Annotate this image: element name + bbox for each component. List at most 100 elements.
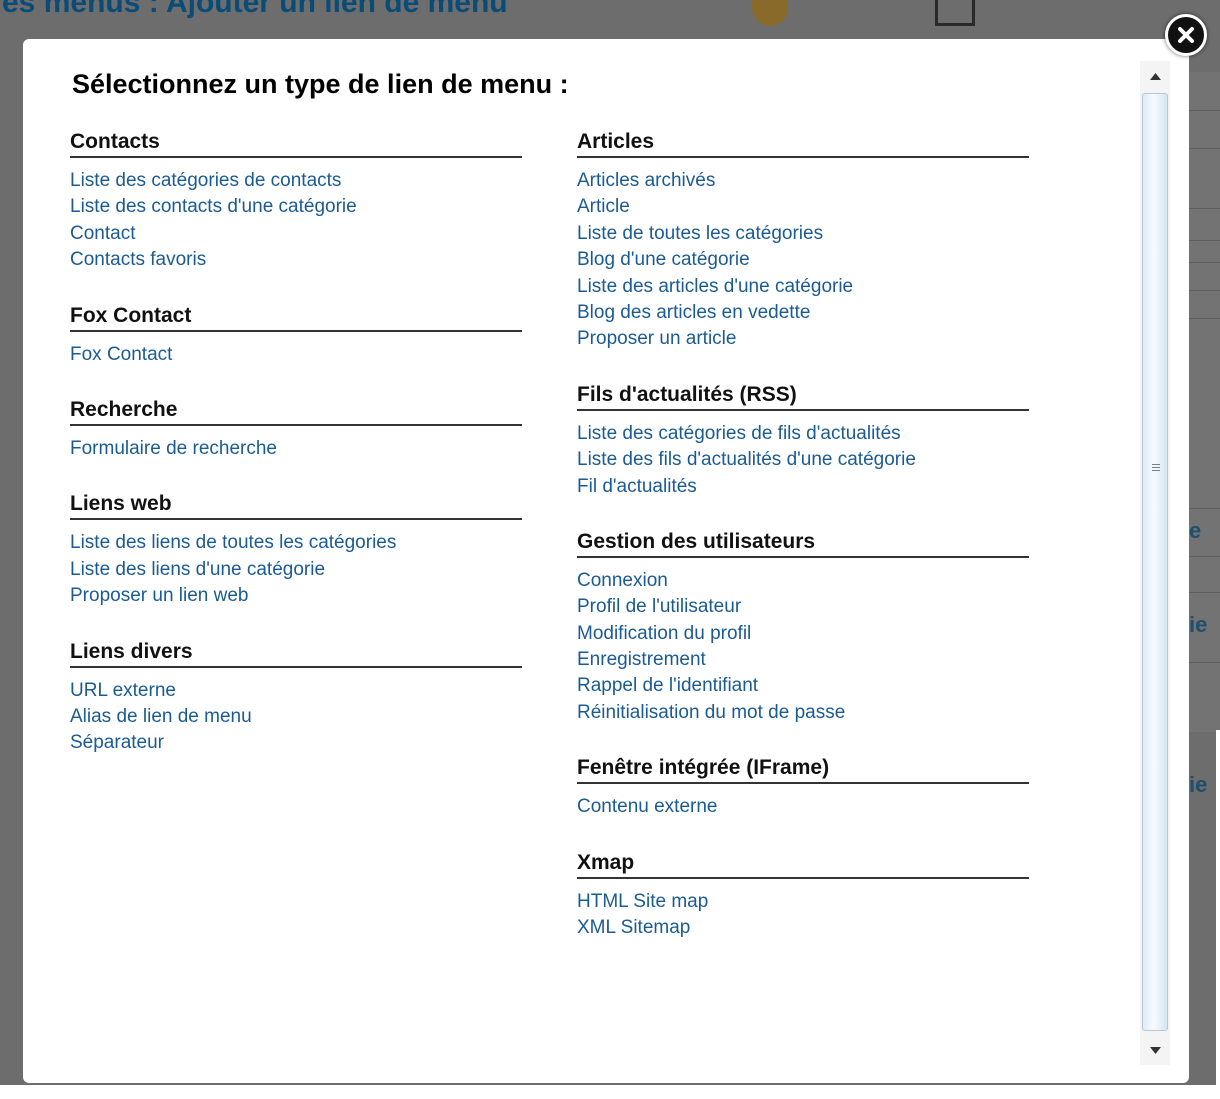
- arrow-down-icon: [1149, 1046, 1161, 1054]
- background-divider: [1188, 592, 1220, 593]
- menu-type-link[interactable]: Blog d'une catégorie: [577, 249, 750, 270]
- list-item: Enregistrement: [577, 647, 1029, 673]
- vertical-scrollbar[interactable]: [1140, 61, 1170, 1065]
- menu-type-link[interactable]: Blog des articles en vedette: [577, 302, 810, 323]
- grip-icon: [1152, 464, 1160, 465]
- background-divider: [1188, 262, 1220, 263]
- menu-type-link[interactable]: Liste des fils d'actualités d'une catégo…: [577, 449, 916, 470]
- list-item: URL externe: [70, 678, 522, 704]
- background-divider: [1188, 110, 1220, 111]
- menu-type-link[interactable]: Séparateur: [70, 732, 164, 753]
- menu-type-link[interactable]: Contact: [70, 223, 135, 244]
- list-item: Article: [577, 194, 1029, 220]
- list-item: Contacts favoris: [70, 247, 522, 273]
- menu-type-link[interactable]: Connexion: [577, 570, 668, 591]
- list-item: Formulaire de recherche: [70, 436, 522, 462]
- menu-type-link[interactable]: XML Sitemap: [577, 917, 690, 938]
- menu-type-link[interactable]: HTML Site map: [577, 891, 708, 912]
- list-item: XML Sitemap: [577, 915, 1029, 941]
- menu-type-link[interactable]: Fil d'actualités: [577, 476, 697, 497]
- link-list: Liste des liens de toutes les catégories…: [70, 530, 522, 609]
- section-heading: Recherche: [70, 398, 522, 426]
- menu-type-link[interactable]: Articles archivés: [577, 170, 715, 191]
- background-white-strip: [0, 1085, 1220, 1099]
- close-button[interactable]: [1165, 14, 1207, 56]
- list-item: Liste des catégories de contacts: [70, 168, 522, 194]
- list-item: Fox Contact: [70, 342, 522, 368]
- menu-type-link[interactable]: Liste des catégories de fils d'actualité…: [577, 423, 901, 444]
- menu-type-link[interactable]: Liste des liens d'une catégorie: [70, 559, 325, 580]
- link-list: Fox Contact: [70, 342, 522, 368]
- menu-type-link[interactable]: Rappel de l'identifiant: [577, 675, 758, 696]
- link-list: Connexion Profil de l'utilisateur Modifica…: [577, 568, 1029, 726]
- scroll-thumb[interactable]: [1142, 93, 1168, 1031]
- list-item: Liste de toutes les catégories: [577, 221, 1029, 247]
- modal-content: Sélectionnez un type de lien de menu : C…: [23, 39, 1139, 1083]
- menu-type-link[interactable]: Formulaire de recherche: [70, 438, 277, 459]
- list-item: Liste des catégories de fils d'actualité…: [577, 421, 1029, 447]
- menu-type-link[interactable]: Article: [577, 196, 630, 217]
- menu-type-link[interactable]: Alias de lien de menu: [70, 706, 252, 727]
- section-articles: Articles Articles archivés Article Liste de…: [577, 130, 1029, 353]
- background-toolbar-icon: [752, 0, 788, 26]
- left-column: Contacts Liste des catégories de contacts…: [70, 130, 522, 787]
- list-item: Profil de l'utilisateur: [577, 594, 1029, 620]
- section-xmap: Xmap HTML Site map XML Sitemap: [577, 851, 1029, 942]
- list-item: Fil d'actualités: [577, 474, 1029, 500]
- list-item: Liste des articles d'une catégorie: [577, 274, 1029, 300]
- link-list: Contenu externe: [577, 794, 1029, 820]
- scroll-down-button[interactable]: [1140, 1035, 1170, 1065]
- background-text-fragment: e: [1189, 518, 1202, 543]
- menu-type-link[interactable]: Modification du profil: [577, 623, 751, 644]
- scroll-up-button[interactable]: [1140, 61, 1170, 91]
- arrow-up-icon: [1149, 72, 1161, 80]
- list-item: Alias de lien de menu: [70, 704, 522, 730]
- list-item: Liste des fils d'actualités d'une catégo…: [577, 447, 1029, 473]
- menu-type-link[interactable]: Contacts favoris: [70, 249, 206, 270]
- background-divider: [1188, 508, 1220, 509]
- section-heading: Gestion des utilisateurs: [577, 530, 1029, 558]
- section-heading: Articles: [577, 130, 1029, 158]
- background-divider: [1188, 148, 1220, 149]
- link-list: HTML Site map XML Sitemap: [577, 889, 1029, 942]
- list-item: Blog des articles en vedette: [577, 300, 1029, 326]
- menu-type-link[interactable]: URL externe: [70, 680, 176, 701]
- list-item: Liste des liens de toutes les catégories: [70, 530, 522, 556]
- link-list: Formulaire de recherche: [70, 436, 522, 462]
- menu-type-link[interactable]: Liste des contacts d'une catégorie: [70, 196, 357, 217]
- modal-title: Sélectionnez un type de lien de menu :: [72, 69, 569, 99]
- menu-type-link[interactable]: Contenu externe: [577, 796, 718, 817]
- background-white-strip: [1216, 730, 1220, 1085]
- list-item: Connexion: [577, 568, 1029, 594]
- list-item: Liste des liens d'une catégorie: [70, 557, 522, 583]
- section-liens-web: Liens web Liste des liens de toutes les c…: [70, 492, 522, 609]
- section-liens-divers: Liens divers URL externe Alias de lien de …: [70, 640, 522, 757]
- menu-type-link[interactable]: Réinitialisation du mot de passe: [577, 702, 845, 723]
- list-item: HTML Site map: [577, 889, 1029, 915]
- list-item: Contenu externe: [577, 794, 1029, 820]
- menu-type-link[interactable]: Proposer un article: [577, 328, 736, 349]
- menu-type-link[interactable]: Liste des catégories de contacts: [70, 170, 341, 191]
- link-list: Liste des catégories de fils d'actualité…: [577, 421, 1029, 500]
- section-heading: Fils d'actualités (RSS): [577, 383, 1029, 411]
- list-item: Réinitialisation du mot de passe: [577, 700, 1029, 726]
- section-contacts: Contacts Liste des catégories de contacts…: [70, 130, 522, 274]
- right-column: Articles Articles archivés Article Liste de…: [577, 130, 1029, 971]
- section-heading: Contacts: [70, 130, 522, 158]
- section-heading: Xmap: [577, 851, 1029, 879]
- background-divider: [1188, 240, 1220, 241]
- menu-type-link[interactable]: Liste des articles d'une catégorie: [577, 276, 853, 297]
- menu-type-link[interactable]: Proposer un lien web: [70, 585, 249, 606]
- list-item: Modification du profil: [577, 621, 1029, 647]
- section-fils-d-actualites-rss: Fils d'actualités (RSS) Liste des catégor…: [577, 383, 1029, 500]
- menu-type-link[interactable]: Fox Contact: [70, 344, 172, 365]
- menu-type-link[interactable]: Liste des liens de toutes les catégories: [70, 532, 396, 553]
- menu-type-link[interactable]: Profil de l'utilisateur: [577, 596, 741, 617]
- section-gestion-des-utilisateurs: Gestion des utilisateurs Connexion Profil …: [577, 530, 1029, 726]
- background-text-fragment: ie: [1189, 772, 1208, 797]
- section-fenetre-integree-iframe: Fenêtre intégrée (IFrame) Contenu externe: [577, 756, 1029, 820]
- background-page-title: es menus : Ajouter un lien de menu: [2, 0, 508, 19]
- menu-type-link[interactable]: Liste de toutes les catégories: [577, 223, 823, 244]
- link-list: URL externe Alias de lien de menu Séparate…: [70, 678, 522, 757]
- menu-type-link[interactable]: Enregistrement: [577, 649, 706, 670]
